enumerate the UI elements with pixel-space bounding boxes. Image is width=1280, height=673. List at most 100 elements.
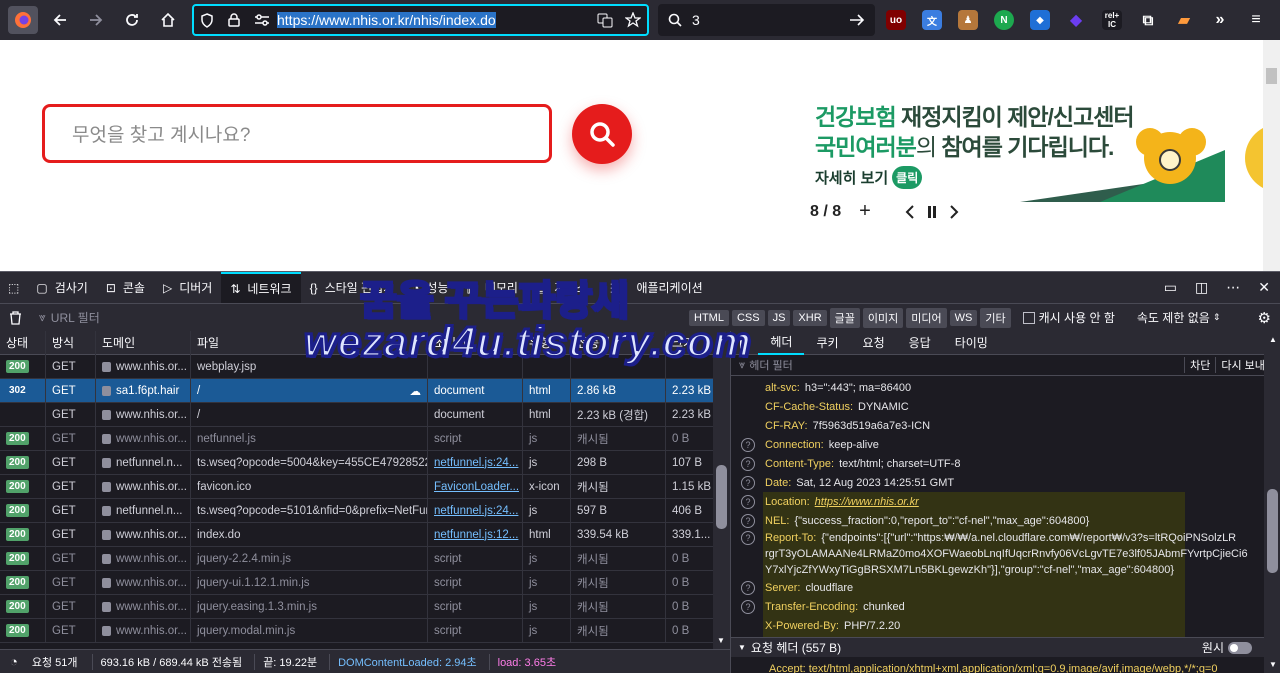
table-row[interactable]: 200 GET www.nhis.or... jquery.easing.1.3.mi… <box>0 594 730 619</box>
header-row[interactable]: ? Connection: keep-alive <box>731 435 1280 454</box>
home-icon[interactable] <box>156 6 180 34</box>
col-method[interactable]: 방식 <box>46 331 96 355</box>
col-domain[interactable]: 도메인 <box>96 331 191 355</box>
page-scrollbar[interactable] <box>1263 40 1280 271</box>
table-row[interactable]: 200 GET www.nhis.or... jquery-2.2.4.min.js s… <box>0 546 730 571</box>
url-bar[interactable]: https://www.nhis.or.kr/nhis/index.do <box>192 4 649 36</box>
slide-next-icon[interactable] <box>949 204 959 219</box>
tab-performance[interactable]: ◔ 성능 <box>403 272 457 304</box>
translate-icon[interactable] <box>597 12 613 28</box>
help-icon[interactable]: ? <box>741 456 755 471</box>
filter-css[interactable]: CSS <box>731 309 765 326</box>
details-panel-toggle-icon[interactable]: ◧ <box>731 336 758 350</box>
ublock-icon[interactable]: uo <box>886 10 906 30</box>
translate-extension-icon[interactable]: 文 <box>922 10 942 30</box>
filter-xhr[interactable]: XHR <box>793 309 827 326</box>
help-icon[interactable]: ? <box>741 580 755 595</box>
disable-cache-checkbox[interactable] <box>1022 311 1035 324</box>
search-go-icon[interactable] <box>849 13 865 27</box>
help-icon[interactable]: ? <box>741 494 755 509</box>
filter-other[interactable]: 기타 <box>980 307 1011 328</box>
tab-console[interactable]: ⊡ 콘솔 <box>97 272 154 304</box>
raw-toggle-switch[interactable] <box>1228 641 1252 654</box>
clear-trash-icon[interactable] <box>9 310 22 325</box>
tab-inspector[interactable]: ▢ 검사기 <box>27 272 96 304</box>
table-row[interactable]: 302 GET sa1.f6pt.hair / ☁ document html 2.86 kB… <box>0 378 730 403</box>
initiator-text[interactable]: netfunnel.js:24... <box>434 457 518 469</box>
header-row[interactable]: X-Powered-By: PHP/7.2.20 <box>731 616 1280 635</box>
responsive-design-icon[interactable]: ▭ <box>1164 279 1177 296</box>
trash-extension-icon[interactable]: ▰ <box>1174 10 1194 30</box>
shield-extension-icon[interactable]: ◆ <box>1030 10 1050 30</box>
gem-extension-icon[interactable]: ◆ <box>1066 10 1086 30</box>
help-icon[interactable]: ? <box>741 531 755 545</box>
throttle-select[interactable]: 속도 제한 없음 <box>1137 309 1210 326</box>
header-value[interactable]: https://www.nhis.or.kr <box>815 496 919 508</box>
header-row[interactable]: ? Location: https://www.nhis.or.kr <box>731 492 1280 511</box>
dock-side-icon[interactable]: ◫ <box>1195 279 1208 296</box>
tab-style-editor[interactable]: {} 스타일 편집기 <box>301 272 404 304</box>
help-icon[interactable]: ? <box>741 475 755 490</box>
header-row[interactable]: ? Content-Type: text/html; charset=UTF-8 <box>731 454 1280 473</box>
filter-fonts[interactable]: 글꼴 <box>829 307 860 328</box>
header-row[interactable]: ? NEL: {"success_fraction":0,"report_to":"… <box>731 511 1280 530</box>
filter-images[interactable]: 이미지 <box>862 307 904 328</box>
table-row[interactable]: 200 GET www.nhis.or... jquery-ui.1.12.1.min… <box>0 570 730 595</box>
page-scrollbar-thumb[interactable] <box>1266 68 1277 84</box>
help-icon[interactable]: ? <box>741 437 755 452</box>
col-size[interactable]: 크기 <box>666 331 713 355</box>
bookmark-star-icon[interactable] <box>625 12 641 28</box>
overflow-chevron-icon[interactable]: » <box>1210 10 1230 30</box>
table-row[interactable]: 200 GET netfunnel.n... ts.wseq?opcode=5101&… <box>0 498 730 523</box>
scroll-down-icon[interactable]: ▼ <box>717 636 725 645</box>
initiator-text[interactable]: FaviconLoader... <box>434 481 519 493</box>
table-row[interactable]: 200 GET www.nhis.or... webplay.jsp <box>0 354 730 379</box>
slide-add-button[interactable]: + <box>859 200 871 223</box>
block-button[interactable]: 차단 <box>1184 357 1215 373</box>
forward-icon[interactable] <box>84 6 108 34</box>
menu-icon[interactable]: ≡ <box>1246 10 1266 30</box>
header-row[interactable]: rgrT3yOLAMAANe4LRMaZ0mo4XOFWaeobLnqIfUqc… <box>731 546 1280 562</box>
col-transferred[interactable]: 전송됨 <box>571 331 666 355</box>
tab-storage[interactable]: ▤ 저장소 <box>527 272 596 304</box>
scroll-up-icon[interactable]: ▲ <box>717 335 725 344</box>
reload-icon[interactable] <box>120 6 144 34</box>
site-search-button[interactable] <box>572 104 632 164</box>
lock-icon[interactable] <box>228 13 242 27</box>
tab-headers[interactable]: 헤더 <box>758 331 805 355</box>
extension-helper-icon[interactable]: ♟ <box>958 10 978 30</box>
network-settings-gear-icon[interactable]: ⚙ <box>1258 309 1271 327</box>
request-list-scrollbar-thumb[interactable] <box>716 465 727 529</box>
tab-debugger[interactable]: ▷ 디버거 <box>154 272 221 304</box>
initiator-text[interactable]: netfunnel.js:24... <box>434 505 518 517</box>
request-headers-section[interactable]: ▼ 요청 헤더 (557 B) 원시 <box>731 637 1264 657</box>
help-icon[interactable]: ? <box>741 599 755 614</box>
url-filter-input[interactable]: URL 필터 <box>51 309 651 326</box>
col-status[interactable]: 상태 <box>0 331 46 355</box>
permissions-icon[interactable] <box>254 14 270 26</box>
help-icon[interactable]: ? <box>741 513 755 528</box>
header-row[interactable]: ? Transfer-Encoding: chunked <box>731 597 1280 616</box>
back-icon[interactable] <box>48 6 72 34</box>
tab-cookies[interactable]: 쿠키 <box>804 331 850 355</box>
relc-extension-icon[interactable]: rel+ IC <box>1102 10 1122 30</box>
details-scrollbar-thumb[interactable] <box>1267 489 1278 573</box>
n-extension-icon[interactable]: N <box>994 10 1014 30</box>
close-devtools-icon[interactable]: ✕ <box>1258 279 1270 296</box>
header-row[interactable]: ? Date: Sat, 12 Aug 2023 14:25:51 GMT <box>731 473 1280 492</box>
request-list-scrollbar[interactable]: ▲ ▼ <box>713 331 730 649</box>
extensions-puzzle-icon[interactable]: ⧉ <box>1138 10 1158 30</box>
table-row[interactable]: 200 GET netfunnel.n... ts.wseq?opcode=5004&… <box>0 450 730 475</box>
search-box[interactable]: 3 <box>658 4 875 36</box>
col-type[interactable]: 유형 <box>523 331 571 355</box>
filter-html[interactable]: HTML <box>689 309 729 326</box>
details-scroll-up-icon[interactable]: ▲ <box>1269 335 1277 344</box>
banner-more-link[interactable]: 자세히 보기 클릭 <box>815 166 923 189</box>
tab-timings[interactable]: 타이밍 <box>943 331 1000 355</box>
table-row[interactable]: GET www.nhis.or... / document html 2.23 kB (경… <box>0 402 730 427</box>
element-picker-icon[interactable]: ⬚ <box>0 272 27 304</box>
table-row[interactable]: 200 GET www.nhis.or... netfunnel.js script js… <box>0 426 730 451</box>
devtools-menu-icon[interactable]: ⋯ <box>1226 279 1240 296</box>
header-row[interactable]: ? Server: cloudflare <box>731 578 1280 597</box>
header-row[interactable]: alt-svc: h3=":443"; ma=86400 <box>731 378 1280 397</box>
